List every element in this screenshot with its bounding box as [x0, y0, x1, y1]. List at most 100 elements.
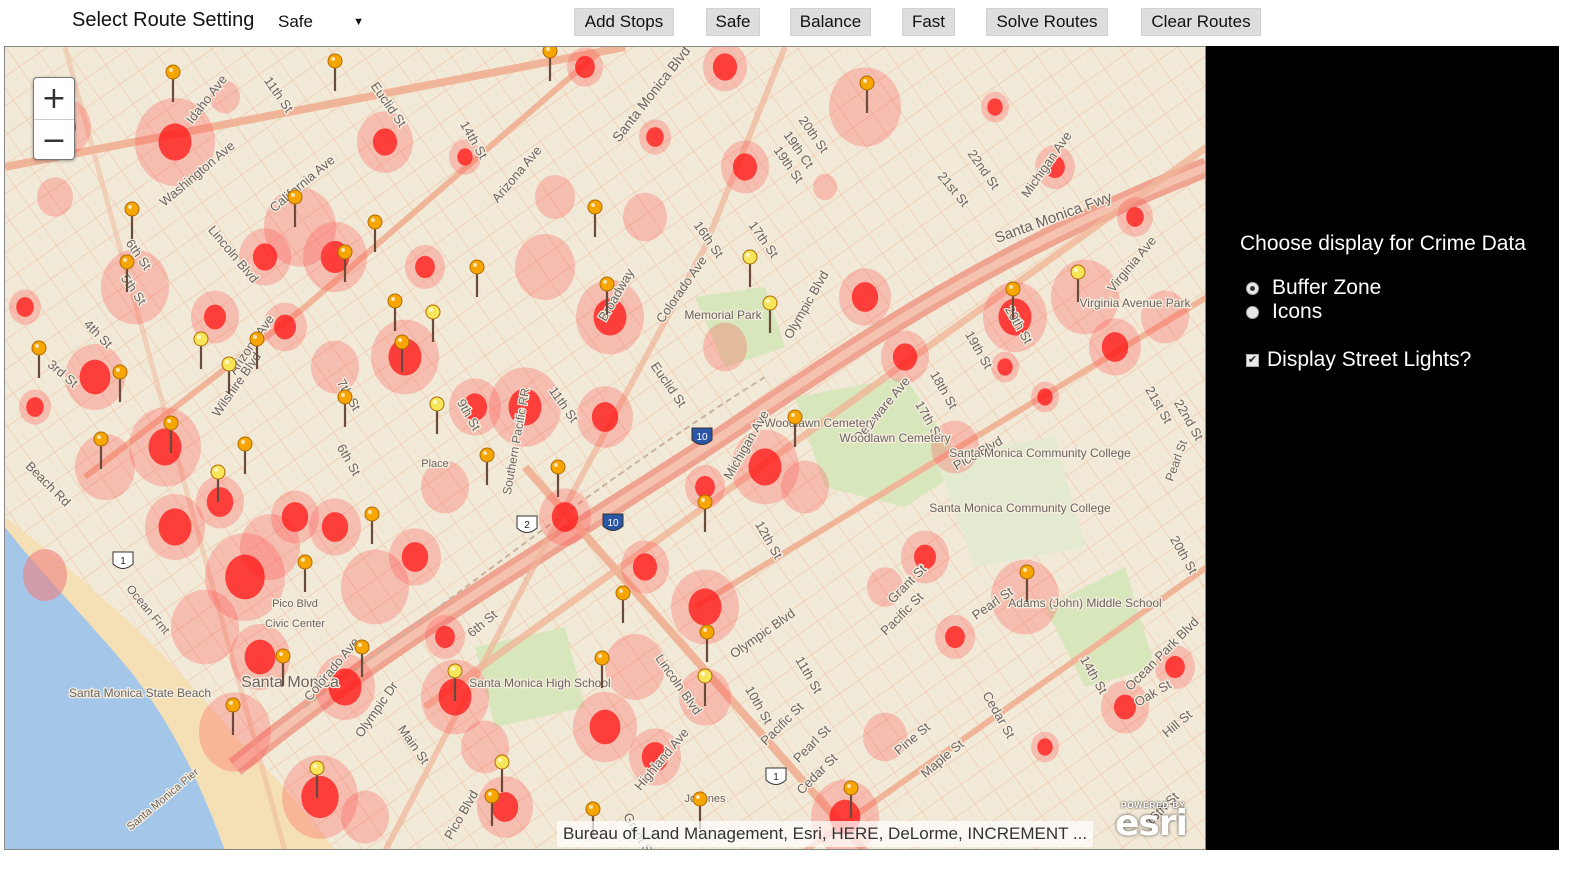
crime-buffer-core: [1165, 655, 1185, 679]
crime-buffer-core: [1037, 388, 1053, 406]
street-lights-toggle[interactable]: ✔ Display Street Lights?: [1246, 348, 1471, 372]
crime-buffer-core: [16, 297, 34, 317]
map-view[interactable]: Idaho Ave 11th St Euclid St 14th St Washingt…: [4, 46, 1206, 850]
buffer-zone-label: Buffer Zone: [1272, 276, 1382, 299]
crime-buffer-core: [415, 255, 435, 279]
crime-buffer-core: [987, 98, 1003, 116]
crime-buffer-core: [225, 554, 265, 600]
route-setting-select[interactable]: Safe ▼: [278, 8, 370, 36]
crime-buffer-core: [632, 553, 658, 581]
street-lights-checkbox[interactable]: ✔: [1246, 353, 1259, 367]
crime-buffer-outer: [703, 322, 747, 372]
highway-shield-icon: 1: [112, 551, 134, 569]
street-label: Place: [421, 458, 449, 470]
crime-buffer-core: [158, 123, 192, 161]
street-label: Santa Monica State Beach: [69, 686, 211, 700]
crime-buffer-core: [372, 128, 398, 156]
street-label: Santa Monica High School: [469, 676, 610, 690]
route-setting-label: Select Route Setting: [72, 9, 255, 31]
crime-buffer-core: [204, 304, 226, 330]
crime-buffer-outer: [341, 790, 389, 844]
street-label: Santa Monica Community College: [949, 446, 1131, 460]
icons-radio[interactable]: [1246, 305, 1259, 319]
crime-buffer-core: [997, 358, 1013, 376]
svg-text:1: 1: [773, 772, 779, 783]
crime-buffer-core: [851, 282, 879, 312]
option-icons[interactable]: Icons: [1246, 300, 1322, 324]
crime-buffer-core: [732, 153, 758, 181]
street-label: Santa Monica Community College: [929, 501, 1111, 515]
zoom-out-button[interactable]: −: [34, 119, 74, 160]
crime-buffer-core: [301, 775, 339, 819]
crime-buffer-outer: [813, 173, 837, 201]
crime-buffer-core: [646, 127, 664, 147]
safe-button[interactable]: Safe: [706, 8, 760, 36]
crime-buffer-outer: [781, 460, 829, 514]
street-label: Woodlawn Cemetery: [764, 416, 875, 430]
dropdown-arrow-icon: ▼: [353, 16, 364, 28]
clear-routes-button[interactable]: Clear Routes: [1141, 8, 1261, 36]
crime-buffer-outer: [37, 177, 73, 217]
crime-buffer-core: [244, 639, 276, 675]
svg-text:2: 2: [524, 520, 530, 531]
crime-buffer-core: [252, 243, 278, 271]
crime-buffer-outer: [535, 175, 575, 219]
crime-buffer-core: [457, 148, 473, 166]
street-label: Memorial Park: [684, 308, 762, 322]
crime-buffer-core: [1037, 738, 1053, 756]
icons-label: Icons: [1272, 300, 1323, 323]
fast-button[interactable]: Fast: [902, 8, 955, 36]
crime-buffer-core: [591, 402, 619, 432]
street-label: Civic Center: [265, 618, 325, 630]
crime-buffer-core: [1101, 332, 1129, 362]
crime-buffer-core: [945, 625, 965, 649]
crime-buffer-core: [206, 487, 234, 517]
svg-text:1: 1: [120, 556, 126, 567]
highway-shield-icon: 1: [765, 767, 787, 785]
street-label: Adams (John) Middle School: [1008, 596, 1161, 610]
panel-title: Choose display for Crime Data: [1240, 232, 1526, 255]
crime-buffer-core: [158, 508, 192, 546]
crime-buffer-core: [148, 428, 182, 466]
crime-buffer-core: [748, 448, 782, 486]
crime-buffer-core: [589, 709, 621, 745]
highway-shield-icon: 10: [691, 427, 713, 445]
esri-logo-word: esri: [1115, 803, 1188, 844]
crime-buffer-core: [281, 502, 309, 532]
route-setting-value: Safe: [278, 12, 313, 31]
esri-logo[interactable]: POWERED BY esri: [1113, 797, 1199, 845]
crime-buffer-core: [688, 588, 722, 626]
svg-text:10: 10: [696, 432, 708, 443]
crime-buffer-core: [79, 359, 111, 395]
crime-buffer-core: [321, 512, 349, 542]
highway-shield-icon: 2: [516, 515, 538, 533]
zoom-control: + −: [33, 77, 75, 160]
crime-buffer-core: [575, 55, 595, 79]
crime-buffer-outer: [23, 549, 67, 601]
crime-buffer-core: [551, 502, 579, 532]
street-label: Virginia Avenue Park: [1080, 296, 1192, 310]
basemap: Idaho Ave 11th St Euclid St14th StWashingt…: [5, 47, 1205, 849]
solve-routes-button[interactable]: Solve Routes: [986, 8, 1108, 36]
crime-buffer-core: [26, 397, 44, 417]
crime-buffer-core: [892, 343, 918, 371]
highway-shield-icon: 10: [602, 513, 624, 531]
crime-buffer-core: [1126, 207, 1144, 227]
street-label: Pico Blvd: [272, 598, 318, 610]
svg-text:10: 10: [607, 518, 619, 529]
street-label: Woodlawn Cemetery: [839, 431, 950, 445]
crime-buffer-outer: [171, 589, 239, 665]
crime-buffer-core: [274, 314, 296, 340]
crime-buffer-core: [401, 542, 429, 572]
buffer-zone-radio[interactable]: [1246, 281, 1259, 295]
option-buffer-zone[interactable]: Buffer Zone: [1246, 276, 1381, 300]
add-stops-button[interactable]: Add Stops: [574, 8, 674, 36]
map-attribution: Bureau of Land Management, Esri, HERE, D…: [557, 821, 1094, 847]
crime-display-panel: Choose display for Crime Data Buffer Zon…: [1206, 46, 1559, 850]
zoom-in-button[interactable]: +: [34, 78, 74, 119]
toolbar: Select Route Setting Safe ▼ Add Stops Sa…: [0, 0, 1587, 46]
crime-buffer-outer: [515, 234, 575, 300]
street-lights-label: Display Street Lights?: [1267, 348, 1472, 371]
crime-buffer-outer: [623, 192, 667, 242]
balance-button[interactable]: Balance: [790, 8, 871, 36]
